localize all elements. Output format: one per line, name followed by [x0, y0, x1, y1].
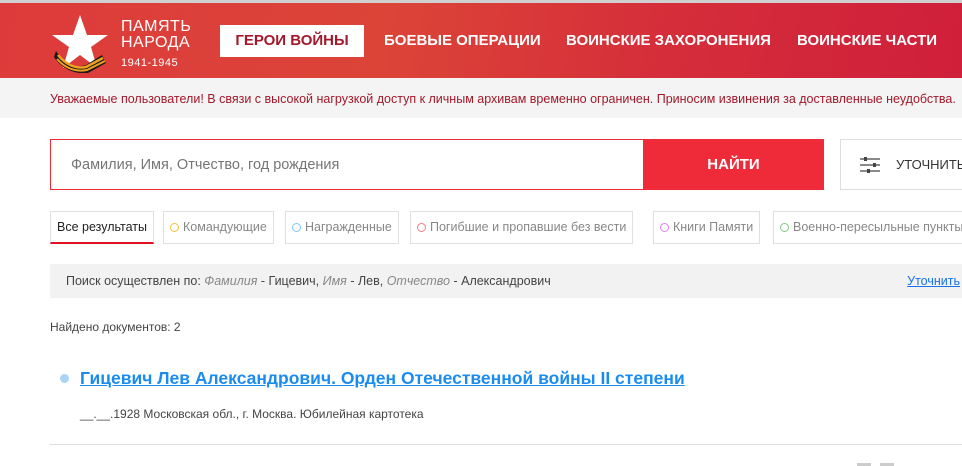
tab-transit-points[interactable]: Военно-пересыльные пункты — [773, 211, 962, 244]
field-patronymic: Отчество — [386, 274, 450, 288]
nav-burials[interactable]: ВОИНСКИЕ ЗАХОРОНЕНИЯ — [566, 25, 771, 57]
star-ribbon-logo-icon[interactable] — [50, 13, 110, 73]
logo-line2: НАРОДА — [121, 34, 191, 51]
circle-icon — [660, 223, 669, 232]
result-title-link[interactable]: Гицевич Лев Александрович. Орден Отечест… — [80, 368, 685, 389]
circle-icon — [170, 223, 179, 232]
field-name: Имя — [322, 274, 347, 288]
tab-memory-books[interactable]: Книги Памяти — [653, 211, 761, 244]
notice-banner: Уважаемые пользователи! В связи с высоко… — [0, 78, 962, 118]
logo-years: 1941-1945 — [121, 57, 179, 69]
logo-line1: ПАМЯТЬ — [121, 18, 192, 35]
refine-label: УТОЧНИТЬ — [896, 157, 962, 172]
divider — [50, 444, 962, 445]
search-input[interactable] — [50, 139, 644, 190]
value-patronymic: - Александрович — [453, 274, 551, 288]
circle-icon — [780, 223, 789, 232]
tab-label: Военно-пересыльные пункты — [793, 220, 962, 234]
value-surname: - Гицевич, — [260, 274, 320, 288]
value-name: - Лев, — [350, 274, 384, 288]
tab-label: Книги Памяти — [673, 220, 754, 234]
tab-label: Все результаты — [57, 220, 148, 234]
criteria-prefix: Поиск осуществлен по: — [66, 274, 201, 288]
refine-link[interactable]: Уточнить — [907, 264, 960, 298]
tab-label: Погибшие и пропавшие без вести — [430, 220, 627, 234]
nav-heroes[interactable]: ГЕРОИ ВОЙНЫ — [220, 25, 364, 57]
nav-units[interactable]: ВОИНСКИЕ ЧАСТИ — [797, 25, 937, 57]
sliders-icon — [860, 157, 880, 173]
site-header: ПАМЯТЬ НАРОДА 1941-1945 ГЕРОИ ВОЙНЫ БОЕВ… — [0, 3, 962, 78]
tab-commanders[interactable]: Командующие — [163, 211, 274, 244]
found-count: Найдено документов: 2 — [50, 320, 181, 334]
field-surname: Фамилия — [204, 274, 258, 288]
tab-all[interactable]: Все результаты — [50, 211, 155, 244]
bullet-icon — [60, 374, 69, 383]
tab-label: Награжденные — [305, 220, 392, 234]
tab-awarded[interactable]: Награжденные — [285, 211, 399, 244]
logo-text: ПАМЯТЬ НАРОДА 1941-1945 — [121, 19, 191, 71]
result-subtitle: __.__.1928 Московская обл., г. Москва. Ю… — [80, 407, 424, 421]
refine-button[interactable]: УТОЧНИТЬ — [840, 139, 962, 190]
find-button[interactable]: НАЙТИ — [643, 139, 824, 190]
circle-icon — [417, 223, 426, 232]
search-criteria-bar: Поиск осуществлен по: Фамилия - Гицевич,… — [50, 264, 962, 298]
circle-icon — [292, 223, 301, 232]
tab-label: Командующие — [183, 220, 267, 234]
nav-operations[interactable]: БОЕВЫЕ ОПЕРАЦИИ — [384, 25, 541, 57]
tab-killed-missing[interactable]: Погибшие и пропавшие без вести — [410, 211, 634, 244]
